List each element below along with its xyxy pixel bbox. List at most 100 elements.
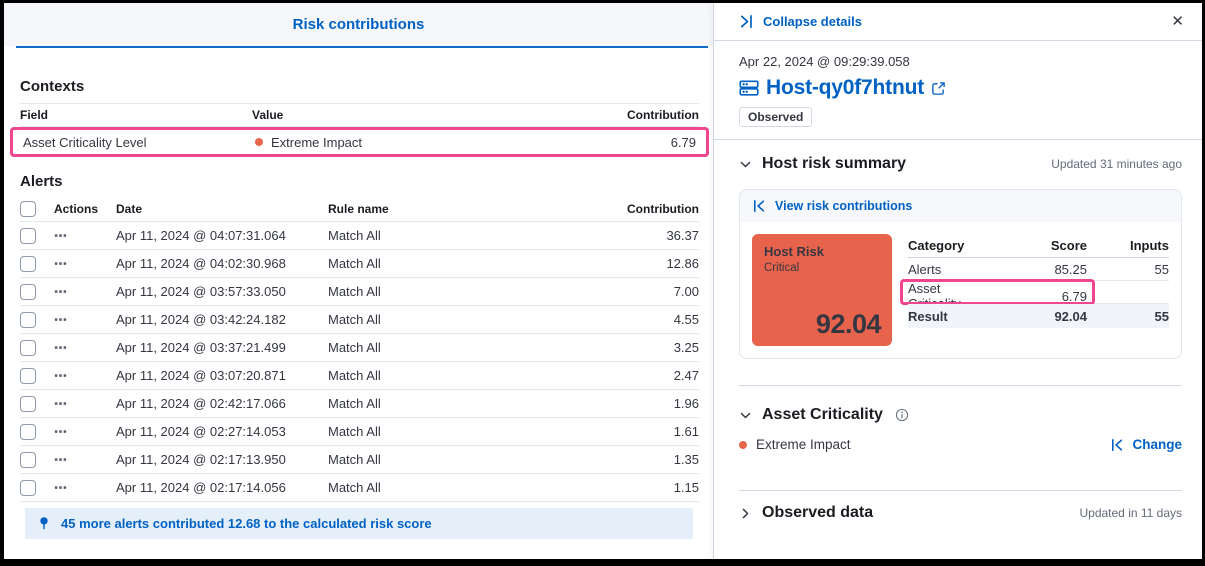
alert-row: Apr 11, 2024 @ 03:42:24.182 Match All 4.… bbox=[20, 306, 699, 334]
context-row-highlighted: Asset Criticality Level Extreme Impact 6… bbox=[10, 127, 709, 157]
col-rule-name: Rule name bbox=[328, 201, 389, 216]
alert-row: Apr 11, 2024 @ 04:02:30.968 Match All 12… bbox=[20, 250, 699, 278]
alert-rule: Match All bbox=[328, 480, 381, 495]
host-risk-summary-toggle[interactable]: Host risk summary bbox=[739, 155, 906, 173]
context-field: Asset Criticality Level bbox=[23, 134, 147, 150]
actions-button[interactable] bbox=[54, 341, 116, 354]
observed-badge: Observed bbox=[739, 107, 813, 127]
alert-rule: Match All bbox=[328, 340, 381, 355]
select-all-checkbox[interactable] bbox=[20, 200, 36, 217]
alert-contribution: 36.37 bbox=[666, 228, 699, 243]
alert-contribution: 7.00 bbox=[673, 284, 699, 299]
info-icon[interactable] bbox=[895, 408, 909, 422]
alert-date: Apr 11, 2024 @ 03:42:24.182 bbox=[116, 312, 286, 327]
collapse-details-button[interactable]: Collapse details bbox=[739, 14, 862, 29]
actions-button[interactable] bbox=[54, 285, 116, 298]
host-title-row: Host-qy0f7htnut bbox=[739, 76, 1182, 100]
view-risk-contributions-button[interactable]: View risk contributions bbox=[752, 199, 912, 213]
risk-contributions-title: Risk contributions bbox=[292, 16, 425, 33]
risk-category: Result bbox=[908, 308, 948, 324]
alert-date: Apr 11, 2024 @ 03:57:33.050 bbox=[116, 284, 286, 299]
actions-button[interactable] bbox=[54, 313, 116, 326]
alert-rule: Match All bbox=[328, 396, 381, 411]
row-checkbox[interactable] bbox=[20, 451, 36, 468]
col-score: Score bbox=[1050, 238, 1087, 253]
actions-button[interactable] bbox=[54, 425, 116, 438]
divider bbox=[739, 490, 1182, 491]
observed-data-toggle[interactable]: Observed data bbox=[739, 504, 873, 522]
alert-row: Apr 11, 2024 @ 02:17:13.950 Match All 1.… bbox=[20, 446, 699, 474]
risk-score: 85.25 bbox=[1054, 261, 1087, 277]
row-checkbox[interactable] bbox=[20, 367, 36, 384]
alert-row: Apr 11, 2024 @ 03:37:21.499 Match All 3.… bbox=[20, 334, 699, 362]
actions-button[interactable] bbox=[54, 453, 116, 466]
boxes-horizontal-icon bbox=[54, 374, 67, 377]
alert-contribution: 1.15 bbox=[673, 480, 699, 495]
close-icon: ✕ bbox=[1171, 13, 1184, 30]
risk-inputs: 55 bbox=[1154, 308, 1169, 324]
asset-criticality-header: Asset Criticality bbox=[739, 406, 1182, 424]
risk-table-row: Alerts 85.25 55 bbox=[908, 258, 1169, 281]
alert-date: Apr 11, 2024 @ 02:17:14.056 bbox=[116, 480, 286, 495]
row-checkbox[interactable] bbox=[20, 423, 36, 440]
row-checkbox[interactable] bbox=[20, 283, 36, 300]
asset-criticality-row: Extreme Impact Change bbox=[739, 437, 1182, 452]
row-checkbox[interactable] bbox=[20, 479, 36, 496]
row-checkbox[interactable] bbox=[20, 339, 36, 356]
divider bbox=[714, 139, 1202, 140]
alert-row: Apr 11, 2024 @ 04:07:31.064 Match All 36… bbox=[20, 222, 699, 250]
boxes-horizontal-icon bbox=[54, 346, 67, 349]
actions-button[interactable] bbox=[54, 229, 116, 242]
arrow-end-icon bbox=[740, 15, 752, 28]
boxes-horizontal-icon bbox=[54, 430, 67, 433]
alerts-heading: Alerts bbox=[20, 173, 63, 190]
boxes-horizontal-icon bbox=[54, 458, 67, 461]
col-inputs: Inputs bbox=[1130, 238, 1169, 253]
risk-card-level: Critical bbox=[764, 262, 800, 274]
change-criticality-button[interactable]: Change bbox=[1110, 437, 1182, 452]
alert-rule: Match All bbox=[328, 284, 381, 299]
alert-contribution: 1.61 bbox=[673, 424, 699, 439]
open-in-new-icon[interactable] bbox=[931, 81, 946, 96]
risk-table-result-row: Result 92.04 55 bbox=[908, 304, 1169, 328]
close-button[interactable]: ✕ bbox=[1171, 14, 1184, 29]
alert-date: Apr 11, 2024 @ 04:07:31.064 bbox=[116, 228, 286, 243]
alert-row: Apr 11, 2024 @ 02:42:17.066 Match All 1.… bbox=[20, 390, 699, 418]
observed-data-updated: Updated in 11 days bbox=[1079, 506, 1182, 520]
risk-category-table: Category Score Inputs Alerts 85.25 55 As… bbox=[900, 234, 1169, 346]
alert-contribution: 4.55 bbox=[673, 312, 699, 327]
row-checkbox[interactable] bbox=[20, 311, 36, 328]
row-checkbox[interactable] bbox=[20, 255, 36, 272]
criticality-dot-icon bbox=[255, 138, 263, 146]
actions-button[interactable] bbox=[54, 481, 116, 494]
alert-rule: Match All bbox=[328, 452, 381, 467]
host-risk-score-card: Host Risk Critical 92.04 bbox=[752, 234, 892, 346]
alert-contribution: 1.35 bbox=[673, 452, 699, 467]
col-date: Date bbox=[116, 201, 143, 216]
actions-button[interactable] bbox=[54, 257, 116, 270]
alerts-header-row: Actions Date Rule name Contribution bbox=[20, 196, 699, 222]
pushpin-icon bbox=[40, 517, 48, 530]
col-value: Value bbox=[252, 108, 284, 122]
more-alerts-text: 45 more alerts contributed 12.68 to the … bbox=[61, 516, 432, 531]
row-checkbox[interactable] bbox=[20, 227, 36, 244]
risk-summary-panel: View risk contributions Host Risk Critic… bbox=[739, 189, 1182, 359]
arrow-start-icon bbox=[754, 199, 765, 213]
row-checkbox[interactable] bbox=[20, 395, 36, 412]
actions-button[interactable] bbox=[54, 397, 116, 410]
alert-rule: Match All bbox=[328, 424, 381, 439]
boxes-horizontal-icon bbox=[54, 234, 67, 237]
asset-criticality-toggle[interactable]: Asset Criticality bbox=[739, 406, 909, 424]
context-value: Extreme Impact bbox=[255, 135, 576, 150]
storage-host-icon bbox=[739, 80, 759, 96]
flyout-header: Collapse details ✕ bbox=[714, 3, 1202, 41]
actions-button[interactable] bbox=[54, 369, 116, 382]
host-name-link[interactable]: Host-qy0f7htnut bbox=[766, 76, 924, 100]
alert-contribution: 3.25 bbox=[673, 340, 699, 355]
col-contribution: Contribution bbox=[627, 108, 699, 122]
alert-date: Apr 11, 2024 @ 02:17:13.950 bbox=[116, 452, 286, 467]
alert-row: Apr 11, 2024 @ 02:27:14.053 Match All 1.… bbox=[20, 418, 699, 446]
alert-date: Apr 11, 2024 @ 02:42:17.066 bbox=[116, 396, 286, 411]
risk-contributions-panel: Risk contributions Contexts Field Value … bbox=[4, 3, 713, 559]
risk-contributions-tabbar: Risk contributions bbox=[4, 3, 713, 46]
